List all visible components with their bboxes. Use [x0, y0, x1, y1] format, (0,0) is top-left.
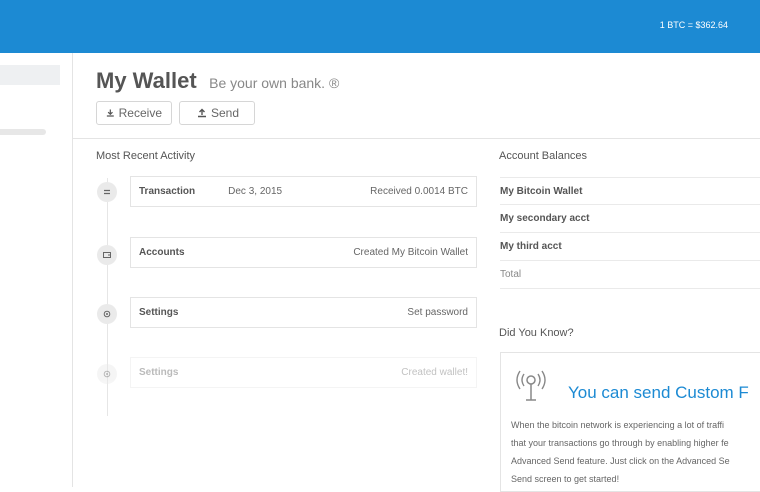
tip-line: Send screen to get started! — [511, 474, 620, 484]
balance-total-row: Total — [500, 261, 760, 289]
balances-title: Account Balances — [499, 150, 588, 162]
activity-item[interactable]: Settings Set password — [130, 297, 477, 328]
broadcast-icon — [516, 370, 546, 401]
activity-title: Most Recent Activity — [96, 150, 196, 162]
activity-item[interactable]: Settings Created wallet! — [130, 357, 477, 388]
balance-row[interactable]: My Bitcoin Wallet — [500, 177, 760, 205]
balance-row[interactable]: My third acct — [500, 233, 760, 261]
account-name: My secondary acct — [500, 213, 590, 224]
page-header: My Wallet Be your own bank. ® — [96, 68, 339, 94]
activity-item[interactable]: Accounts Created My Bitcoin Wallet — [130, 237, 477, 268]
top-bar: 1 BTC = $362.64 — [0, 0, 760, 53]
account-name: My Bitcoin Wallet — [500, 185, 583, 197]
activity-detail: Set password — [407, 307, 468, 318]
tip-line: Advanced Send feature. Just click on the… — [511, 456, 730, 466]
header-divider — [73, 138, 760, 139]
gear-icon — [97, 364, 117, 384]
tip-body: When the bitcoin network is experiencing… — [511, 416, 760, 488]
activity-label: Accounts — [139, 247, 185, 258]
tip-line: that your transactions go through by ena… — [511, 438, 729, 448]
sidebar-item[interactable] — [0, 65, 60, 85]
upload-icon — [198, 108, 206, 118]
page-subtitle: Be your own bank. ® — [209, 75, 340, 91]
total-label: Total — [500, 269, 522, 280]
page-title: My Wallet — [96, 68, 197, 93]
activity-label: Settings — [139, 307, 179, 318]
balance-row[interactable]: My secondary acct — [500, 205, 760, 233]
account-name: My third acct — [500, 241, 562, 252]
wallet-icon — [97, 245, 117, 265]
gear-icon — [97, 304, 117, 324]
header-actions: Receive Send — [96, 101, 255, 125]
sidebar — [0, 53, 73, 487]
send-button[interactable]: Send — [179, 101, 255, 125]
activity-date: Dec 3, 2015 — [228, 186, 283, 197]
activity-detail: Created My Bitcoin Wallet — [353, 247, 468, 258]
tip-heading: You can send Custom F — [568, 383, 749, 402]
btc-price: 1 BTC = $362.64 — [659, 20, 728, 30]
activity-item[interactable]: Transaction Dec 3, 2015 Received 0.0014 … — [130, 176, 477, 207]
activity-label: Settings — [139, 367, 179, 378]
receive-button[interactable]: Receive — [96, 101, 172, 125]
activity-label: Transaction — [139, 186, 196, 197]
receive-label: Receive — [118, 106, 162, 120]
security-progress-bar — [0, 129, 46, 135]
download-icon — [106, 109, 114, 117]
activity-detail: Received 0.0014 BTC — [370, 186, 468, 197]
tip-line: When the bitcoin network is experiencing… — [511, 420, 724, 430]
did-you-know-title: Did You Know? — [499, 327, 574, 339]
activity-detail: Created wallet! — [401, 367, 468, 378]
did-you-know-card: You can send Custom F When the bitcoin n… — [500, 352, 760, 492]
send-label: Send — [211, 106, 240, 120]
transaction-icon — [97, 182, 117, 202]
